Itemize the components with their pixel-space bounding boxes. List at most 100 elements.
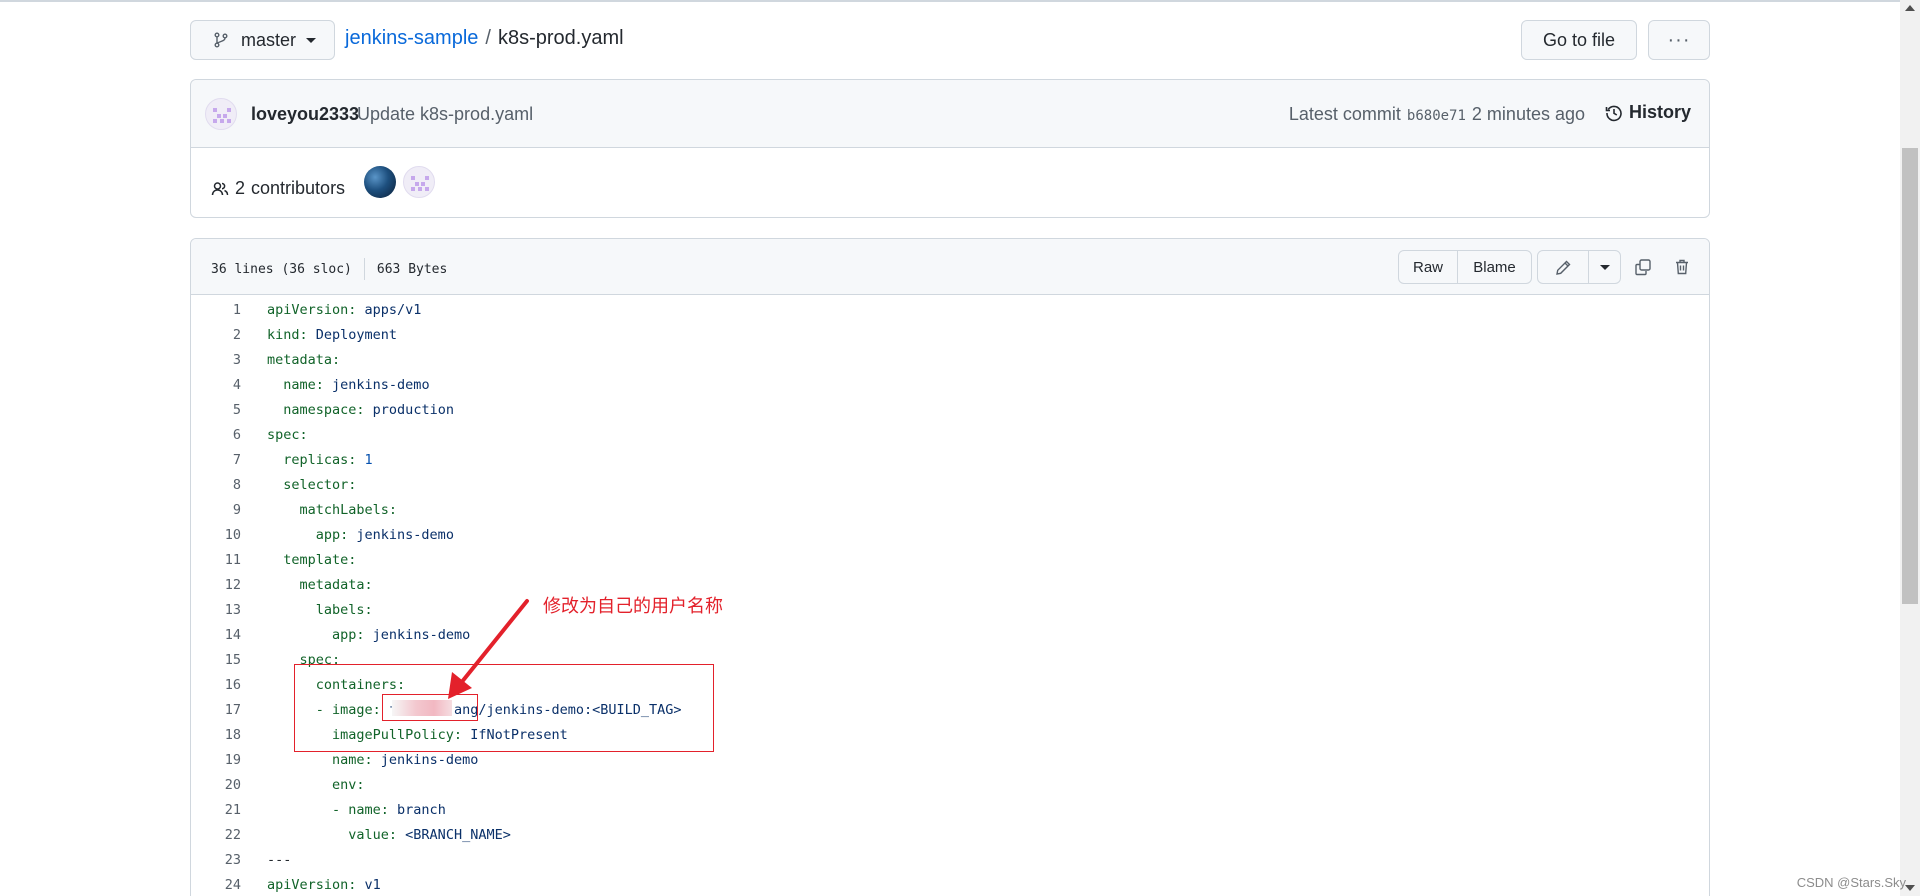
history-label: History	[1628, 102, 1691, 122]
line-number[interactable]: 12	[191, 577, 241, 593]
branch-name: master	[241, 29, 297, 50]
line-number[interactable]: 17	[191, 702, 241, 718]
code-line: 10 app: jenkins-demo	[191, 522, 1709, 547]
yaml-key: template:	[267, 551, 357, 568]
contributors-count: 2	[235, 178, 246, 198]
go-to-file-button[interactable]: Go to file	[1521, 20, 1637, 60]
code-line: 14 app: jenkins-demo	[191, 622, 1709, 647]
chevron-down-icon	[1599, 264, 1610, 270]
line-number[interactable]: 3	[191, 352, 241, 368]
yaml-key: kind:	[267, 326, 308, 343]
line-number[interactable]: 4	[191, 377, 241, 393]
file-viewer: 36 lines (36 sloc) 663 Bytes Raw Blame 1…	[190, 238, 1710, 896]
chevron-down-icon	[306, 37, 317, 43]
code-line: 9 matchLabels:	[191, 497, 1709, 522]
yaml-value: apps/v1	[356, 301, 422, 318]
line-content: apiVersion: v1	[267, 877, 381, 893]
yaml-value: production	[364, 401, 454, 418]
line-content: name: jenkins-demo	[267, 752, 478, 768]
line-number[interactable]: 10	[191, 527, 241, 543]
line-content: metadata:	[267, 352, 340, 368]
contributors-link[interactable]: 2 contributors	[211, 178, 345, 199]
line-number[interactable]: 16	[191, 677, 241, 693]
trash-icon	[1676, 259, 1688, 275]
highlight-box	[294, 664, 714, 752]
watermark: CSDN @Stars.Sky	[1796, 875, 1906, 890]
vertical-scrollbar[interactable]	[1900, 0, 1920, 896]
yaml-key: namespace:	[267, 401, 365, 418]
line-number[interactable]: 21	[191, 802, 241, 818]
yaml-value: Deployment	[307, 326, 398, 343]
contributor-avatar[interactable]	[403, 166, 435, 198]
code-line: 2 kind: Deployment	[191, 322, 1709, 347]
file-size: 663 Bytes	[376, 261, 448, 277]
git-branch-icon	[214, 32, 228, 48]
edit-button[interactable]	[1538, 251, 1588, 283]
scroll-down-icon[interactable]	[1905, 885, 1915, 891]
yaml-key: apiVersion:	[267, 301, 357, 318]
line-content: name: jenkins-demo	[267, 376, 430, 393]
line-number[interactable]: 6	[191, 427, 241, 443]
commit-sha-link[interactable]: b680e71	[1407, 108, 1466, 124]
contributors-label: contributors	[251, 178, 346, 198]
line-number[interactable]: 18	[191, 727, 241, 743]
yaml-key: name:	[267, 376, 324, 393]
line-number[interactable]: 8	[191, 477, 241, 493]
contributor-avatar[interactable]	[364, 166, 396, 198]
line-number[interactable]: 9	[191, 502, 241, 518]
yaml-value: 1	[356, 451, 373, 468]
top-divider	[0, 0, 1900, 2]
yaml-key: metadata:	[267, 351, 341, 368]
blame-button[interactable]: Blame	[1457, 251, 1531, 283]
line-content: spec:	[267, 427, 308, 443]
repo-link[interactable]: jenkins-sample	[345, 27, 478, 50]
line-number[interactable]: 11	[191, 552, 241, 568]
delete-button[interactable]	[1667, 252, 1697, 282]
line-number[interactable]: 5	[191, 402, 241, 418]
copy-button[interactable]	[1628, 252, 1658, 282]
commit-time: 2 minutes ago	[1471, 104, 1585, 124]
line-number[interactable]: 20	[191, 777, 241, 793]
line-number[interactable]: 24	[191, 877, 241, 893]
code-line: 1 apiVersion: apps/v1	[191, 297, 1709, 322]
code-line: 3 metadata:	[191, 347, 1709, 372]
author-avatar[interactable]	[205, 98, 237, 130]
line-content: apiVersion: apps/v1	[267, 302, 421, 318]
more-options-button[interactable]: ···	[1648, 20, 1710, 60]
commit-author-link[interactable]: loveyou2333	[251, 104, 359, 125]
file-header: 36 lines (36 sloc) 663 Bytes Raw Blame	[191, 239, 1709, 295]
yaml-key: app:	[267, 526, 349, 543]
commit-meta: Latest commit b680e71 2 minutes ago	[1289, 104, 1585, 125]
yaml-key: spec:	[267, 426, 308, 443]
code-line: 22 value: <BRANCH_NAME>	[191, 822, 1709, 847]
edit-options-dropdown[interactable]	[1588, 251, 1620, 283]
line-content: template:	[267, 552, 356, 568]
scroll-up-icon[interactable]	[1905, 5, 1915, 11]
line-number[interactable]: 7	[191, 452, 241, 468]
yaml-key: name:	[267, 751, 373, 768]
yaml-key: env:	[267, 776, 365, 793]
raw-button[interactable]: Raw	[1399, 251, 1457, 283]
history-button[interactable]: History	[1605, 102, 1691, 123]
line-content: kind: Deployment	[267, 327, 397, 343]
line-number[interactable]: 22	[191, 827, 241, 843]
code-block: 1 apiVersion: apps/v1 2 kind: Deployment 3 me…	[191, 297, 1709, 896]
branch-select-button[interactable]: master	[190, 20, 335, 60]
code-line: 5 namespace: production	[191, 397, 1709, 422]
scroll-thumb[interactable]	[1902, 148, 1918, 604]
line-number[interactable]: 1	[191, 302, 241, 318]
code-line: 7 replicas: 1	[191, 447, 1709, 472]
line-number[interactable]: 19	[191, 752, 241, 768]
file-name: k8s-prod.yaml	[497, 27, 624, 49]
yaml-value: jenkins-demo	[323, 376, 430, 393]
code-line: 20 env:	[191, 772, 1709, 797]
line-number[interactable]: 23	[191, 852, 241, 868]
yaml-value: <BRANCH_NAME>	[397, 826, 511, 843]
line-number[interactable]: 15	[191, 652, 241, 668]
line-number[interactable]: 13	[191, 602, 241, 618]
line-number[interactable]: 2	[191, 327, 241, 343]
yaml-key: - name:	[267, 801, 389, 818]
edit-group	[1537, 250, 1621, 284]
line-number[interactable]: 14	[191, 627, 241, 643]
commit-message-link[interactable]: Update k8s-prod.yaml	[357, 104, 533, 125]
